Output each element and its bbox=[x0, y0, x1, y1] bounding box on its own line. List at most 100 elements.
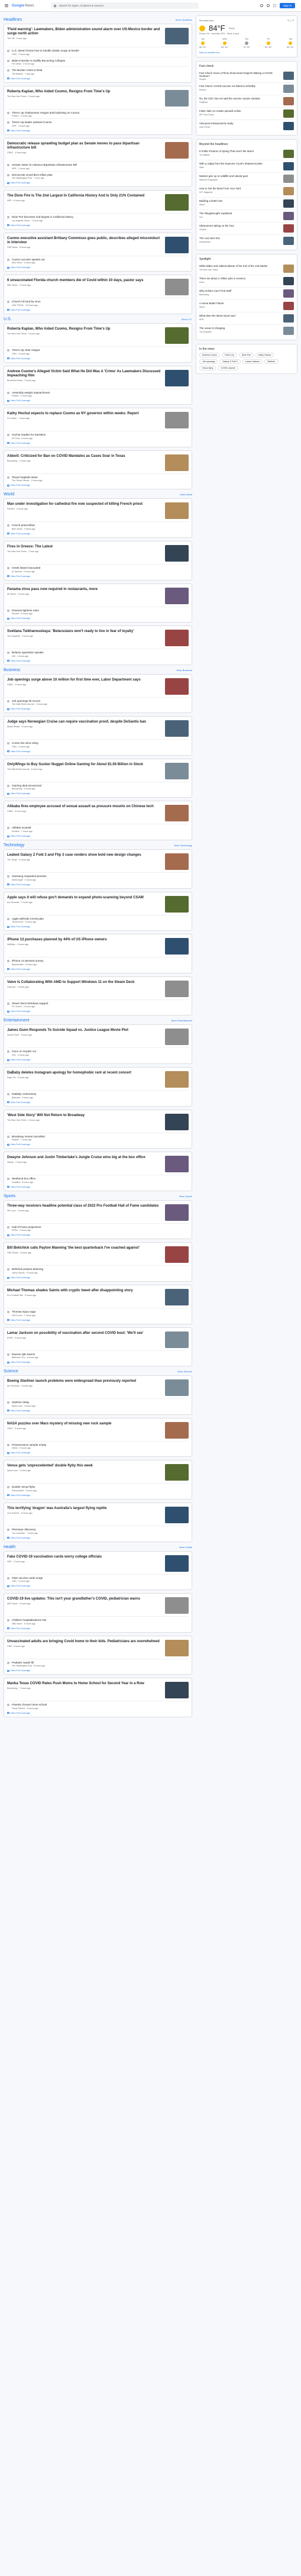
full-coverage-link[interactable]: View Full Coverage bbox=[7, 182, 189, 184]
section-more-link[interactable]: More Entertainment bbox=[171, 1019, 192, 1022]
related-headline[interactable]: Job openings hit record bbox=[12, 699, 47, 703]
related-headline[interactable]: Senate Votes To Advance Bipartisan Infra… bbox=[12, 163, 77, 167]
full-coverage-link[interactable]: View Full Coverage bbox=[7, 1186, 189, 1188]
lead-story[interactable]: Abbott: Criticized for Ban on COVID Mand… bbox=[7, 453, 189, 473]
full-coverage-link[interactable]: View Full Coverage bbox=[7, 1101, 189, 1104]
related-story[interactable]: Ravens QB returns Baltimore Sun · 6 hours… bbox=[7, 1350, 189, 1360]
section-more-link[interactable]: More Business bbox=[177, 669, 192, 672]
item-headline[interactable]: Nations give up on wildlife and natural … bbox=[199, 175, 281, 178]
story-headline[interactable]: Manka Texas COVID Rates Push Moms to Hom… bbox=[7, 1682, 162, 1686]
story-thumbnail[interactable] bbox=[165, 141, 189, 159]
full-coverage-link[interactable]: View Full Coverage bbox=[7, 926, 189, 928]
full-coverage-link[interactable]: View Full Coverage bbox=[7, 575, 189, 578]
story-headline[interactable]: Andrew Cuomo's Alleged Victim Said What … bbox=[7, 370, 162, 378]
related-headline[interactable]: U.S. doesn't know how to handle drastic … bbox=[12, 49, 79, 53]
topic-chip[interactable]: COVID vaccine bbox=[218, 366, 238, 371]
related-story[interactable]: Panama tightens rules Reuters · 6 hours a… bbox=[7, 606, 189, 617]
lead-story[interactable]: This terrifying 'dragon' was Australia's… bbox=[7, 1505, 189, 1526]
fact-check-item[interactable]: False claim on masks spreads online AFP F… bbox=[199, 107, 294, 120]
beyond-item[interactable]: Building a better bee Wired bbox=[199, 197, 294, 209]
story-source[interactable]: NPR bbox=[7, 199, 12, 202]
lead-story[interactable]: Venus gets 'unprecedented' double flyby … bbox=[7, 1463, 189, 1483]
related-story[interactable]: Biden's Border Is Swiftly Becoming Colla… bbox=[7, 56, 189, 67]
related-headline[interactable]: Cuomo accuser speaks out bbox=[12, 258, 45, 262]
story-thumbnail[interactable] bbox=[165, 1506, 189, 1523]
related-story[interactable]: Belichick praises Manning Yahoo Sports · … bbox=[7, 1265, 189, 1275]
related-story[interactable]: Hall of Fame projections ESPN · 3 hours a… bbox=[7, 1223, 189, 1233]
section-title[interactable]: Entertainment bbox=[4, 1018, 30, 1023]
lead-story[interactable]: Roberta Kaplan, Who Aided Cuomo, Resigns… bbox=[7, 326, 189, 346]
related-headline[interactable]: Children hospitalizations rise bbox=[12, 1619, 46, 1622]
related-headline[interactable]: Panama tightens rules bbox=[12, 609, 39, 612]
related-headline[interactable]: Ravens QB returns bbox=[12, 1353, 38, 1356]
story-headline[interactable]: Fires in Greece: The Latest bbox=[7, 545, 162, 549]
related-story[interactable]: Thomas injury saga NOLA.com · 7 hours ago bbox=[7, 1308, 189, 1318]
lead-story[interactable]: Job openings surge above 10 million for … bbox=[7, 677, 189, 697]
story-headline[interactable]: Fake COVID-19 vaccination cards worry co… bbox=[7, 1555, 162, 1559]
lead-story[interactable]: Leaked Galaxy Z Fold 3 and Flip 3 case r… bbox=[7, 852, 189, 872]
story-source[interactable]: Space.com bbox=[7, 1469, 18, 1472]
related-story[interactable]: Hochul readies for transition NY Post · 6… bbox=[7, 431, 189, 441]
full-coverage-link[interactable]: View Full Coverage bbox=[7, 1585, 189, 1587]
item-headline[interactable]: Why Airlines Can't Find Staff bbox=[199, 289, 281, 292]
story-headline[interactable]: Dwayne Johnson and Justin Timberlake's J… bbox=[7, 1156, 162, 1160]
related-story[interactable]: Job openings hit record The Wall Street J… bbox=[7, 697, 189, 707]
section-title[interactable]: Sports bbox=[4, 1194, 15, 1198]
story-source[interactable]: Gizmodo bbox=[7, 986, 15, 988]
related-headline[interactable]: Pediatric wards fill bbox=[12, 1661, 45, 1665]
related-story[interactable]: Cuomo accuser speaks out ABC News · 8 hou… bbox=[7, 255, 189, 266]
story-source[interactable]: Page Six bbox=[7, 1076, 15, 1079]
story-headline[interactable]: Bill Belichick calls Payton Manning 'the… bbox=[7, 1246, 162, 1250]
spotlight-item[interactable]: A Home Better Planet Wired bbox=[199, 299, 294, 312]
story-source[interactable]: CBS News bbox=[7, 246, 17, 249]
beyond-item[interactable]: How to Get the Most From Your Yard NYT Ma… bbox=[199, 185, 294, 197]
item-thumbnail[interactable] bbox=[283, 175, 294, 183]
item-headline[interactable]: Fact Check: Does a Photo Show Newt Gingr… bbox=[199, 72, 281, 78]
item-thumbnail[interactable] bbox=[283, 327, 294, 336]
story-source[interactable]: The New York Times bbox=[7, 1119, 27, 1121]
lead-story[interactable]: Valve Is Collaborating With AMD to Suppo… bbox=[7, 979, 189, 1000]
related-story[interactable]: Double Venus flyby ScienceAlert · 5 hours… bbox=[7, 1483, 189, 1493]
related-story[interactable]: Texas hospitals strain The Texas Tribune … bbox=[7, 473, 189, 483]
story-headline[interactable]: James Gunn Responds To Suicide Squad vs.… bbox=[7, 1029, 162, 1033]
story-headline[interactable]: Man under investigation for cathedral fi… bbox=[7, 502, 162, 507]
lead-story[interactable]: Alibaba fires employee accused of sexual… bbox=[7, 804, 189, 824]
full-coverage-link[interactable]: View Full Coverage bbox=[7, 1276, 189, 1279]
full-coverage-link[interactable]: View Full Coverage bbox=[7, 1452, 189, 1454]
lead-story[interactable]: Unvaccinated adults are bringing Covid h… bbox=[7, 1639, 189, 1659]
item-headline[interactable]: How to Get the Most From Your Yard bbox=[199, 187, 281, 190]
related-story[interactable]: Starliner delay Space.com · 4 hours ago bbox=[7, 1398, 189, 1408]
full-coverage-link[interactable]: View Full Coverage bbox=[7, 1712, 189, 1714]
full-coverage-link[interactable]: View Full Coverage bbox=[7, 660, 189, 662]
related-headline[interactable]: Democrats unveil $3.5 trillion plan bbox=[12, 173, 53, 177]
lead-story[interactable]: Svetlana Tsikhanouskaya: 'Belarusians wo… bbox=[7, 628, 189, 649]
story-thumbnail[interactable] bbox=[165, 1639, 189, 1656]
full-coverage-link[interactable]: View Full Coverage bbox=[7, 708, 189, 710]
story-thumbnail[interactable] bbox=[165, 853, 189, 871]
item-thumbnail[interactable] bbox=[283, 265, 294, 273]
related-headline[interactable]: Parents choose home school bbox=[12, 1703, 47, 1707]
related-story[interactable]: DaBaby controversy Billboard · 6 hours ag… bbox=[7, 1090, 189, 1100]
full-coverage-link[interactable]: View Full Coverage bbox=[7, 266, 189, 269]
lead-story[interactable]: Judge says Norwegian Cruise can require … bbox=[7, 719, 189, 739]
related-headline[interactable]: Pterosaur discovery bbox=[12, 1528, 38, 1532]
section-title[interactable]: Science bbox=[4, 1369, 18, 1374]
story-source[interactable]: Live Science bbox=[7, 1512, 19, 1514]
story-source[interactable]: Screen Rant bbox=[7, 1034, 19, 1036]
story-source[interactable]: The New York Times bbox=[7, 95, 27, 98]
spotlight-item[interactable]: What does the latest report say? NPR bbox=[199, 312, 294, 324]
story-headline[interactable]: Democratic release sprawling budget plan… bbox=[7, 142, 162, 150]
story-headline[interactable]: Kathy Hochul expects to replace Cuomo as… bbox=[7, 412, 162, 416]
lead-story[interactable]: COVID-19 live updates: This isn't your g… bbox=[7, 1596, 189, 1616]
full-coverage-link[interactable]: View Full Coverage bbox=[7, 533, 189, 535]
story-source[interactable]: CBS Sports bbox=[7, 1252, 18, 1254]
topic-chip[interactable]: Kathy Hochul bbox=[255, 353, 274, 358]
story-headline[interactable]: Valve Is Collaborating With AMD to Suppo… bbox=[7, 981, 162, 985]
story-source[interactable]: CNBC bbox=[7, 151, 13, 154]
topic-chip[interactable]: Job openings bbox=[199, 359, 218, 365]
lead-story[interactable]: Roberta Kaplan, Who Aided Cuomo, Resigns… bbox=[7, 89, 189, 109]
related-story[interactable]: Children hospitalizations rise NBC News ·… bbox=[7, 1616, 189, 1626]
lead-story[interactable]: Dwayne Johnson and Justin Timberlake's J… bbox=[7, 1155, 189, 1175]
story-thumbnail[interactable] bbox=[165, 1331, 189, 1348]
beyond-item[interactable]: With a Judge from the Supreme Court's Sh… bbox=[199, 160, 294, 172]
